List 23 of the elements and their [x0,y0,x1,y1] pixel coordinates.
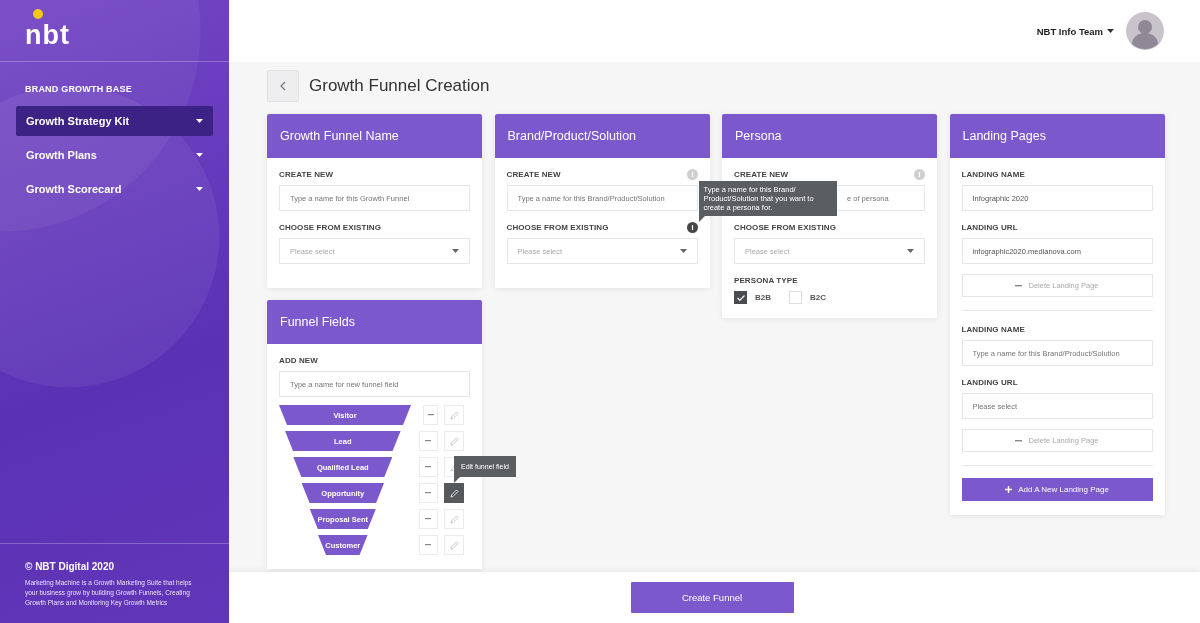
field-label: CREATE NEW [506,169,561,179]
card-header: Growth Funnel Name [267,114,482,158]
field-label: CREATE NEW [279,169,334,179]
card-header: Brand/Product/Solution [494,114,710,158]
checkbox-label: B2C [810,293,827,302]
field-label: CREATE NEW [734,169,789,179]
copyright: © NBT Digital 2020 [25,561,116,572]
field-label: CHOOSE FROM EXISTING [279,222,381,232]
page-title: Growth Funnel Creation [309,76,490,96]
field-label: LANDING URL [961,222,1018,232]
field-label: CHOOSE FROM EXISTING [734,222,836,232]
field-label: ADD NEW [279,355,318,365]
field-label: LANDING NAME [961,324,1025,334]
field-label: LANDING NAME [961,169,1025,179]
card-header: Persona [722,114,937,158]
card-header: Funnel Fields [267,300,482,344]
field-label: PERSONA TYPE [734,275,798,285]
checkbox-label: B2B [755,293,771,302]
field-label: CHOOSE FROM EXISTING [506,222,609,232]
field-label: LANDING URL [961,377,1018,387]
logo: nbt [25,22,70,49]
section-heading: BRAND GROWTH BASE [25,84,133,94]
card-header: Landing Pages [949,114,1165,158]
